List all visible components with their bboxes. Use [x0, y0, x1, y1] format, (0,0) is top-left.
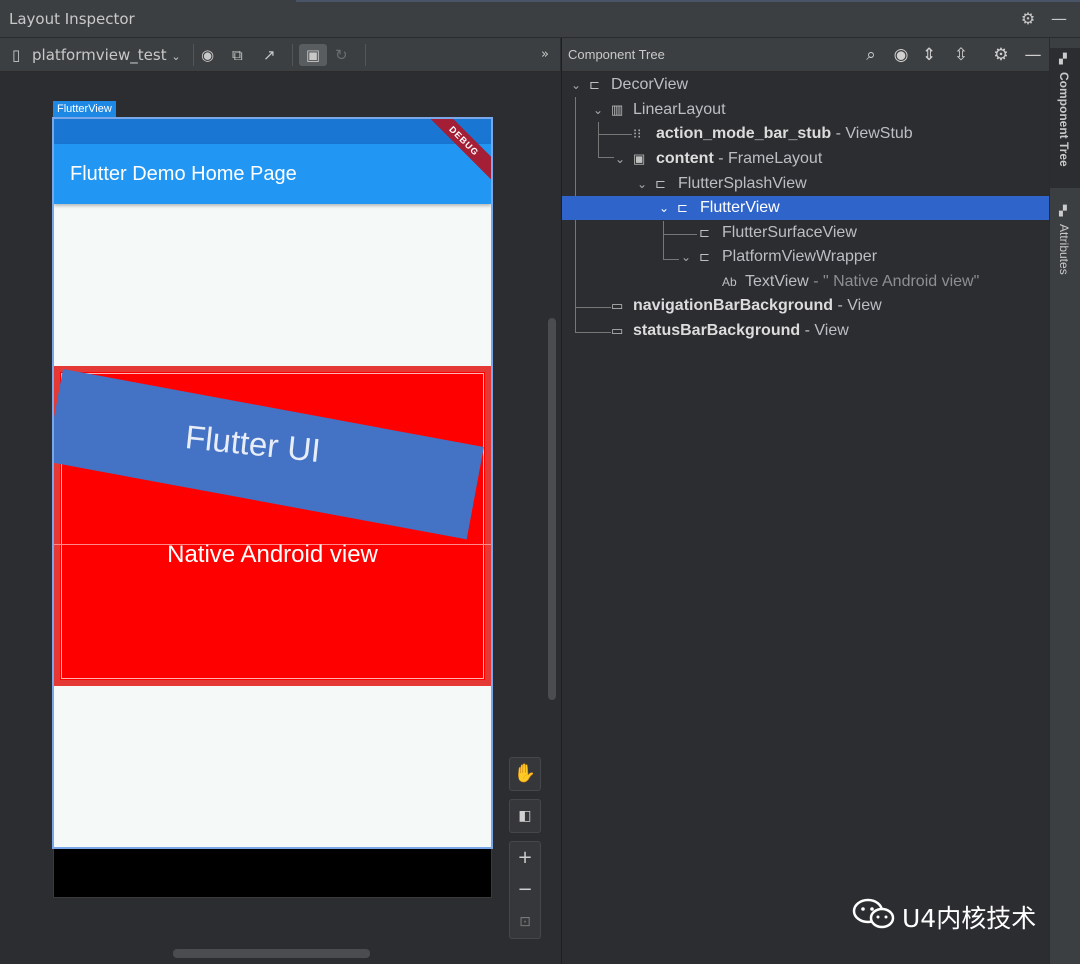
tree-node-platformviewwrapper[interactable]: ⌄ ⊏ PlatformViewWrapper [562, 245, 1050, 269]
tab-attributes[interactable]: ▞ Attributes [1050, 198, 1080, 298]
node-label: FlutterSplashView [678, 175, 807, 192]
node-label: action_mode_bar_stub [656, 125, 832, 142]
device-icon: ▯ [12, 46, 21, 64]
node-type: - View [837, 297, 882, 314]
vertical-scrollbar[interactable] [545, 73, 560, 945]
layer-spacing-icon[interactable]: ⧉ [232, 44, 243, 66]
scroll-thumb[interactable] [548, 318, 556, 700]
native-android-text[interactable]: Native Android view [54, 541, 491, 569]
view-icon: ⊏ [677, 200, 688, 215]
node-type: - FrameLayout [718, 150, 823, 167]
view-icon: ⊏ [589, 77, 600, 92]
device-screen[interactable]: Flutter Demo Home Page DEBUG Flutter UI … [52, 117, 493, 849]
pan-tool[interactable]: ✋ [509, 757, 541, 791]
node-label: LinearLayout [633, 101, 726, 118]
chevron-down-icon[interactable]: ⌄ [636, 172, 648, 196]
chevron-down-icon[interactable]: ⌄ [658, 196, 670, 220]
overflow-icon[interactable]: » [541, 44, 549, 66]
zoom-in-icon[interactable]: + [510, 842, 540, 874]
component-tree-panel: Component Tree ⌕ ◉ ⇕ ⇳ ⚙ — ⌄ ⊏ DecorView… [561, 38, 1050, 964]
node-label: FlutterSurfaceView [722, 224, 857, 241]
tree-node-content[interactable]: ⌄ ▣ content - FrameLayout [562, 147, 1050, 171]
minimize-icon[interactable]: — [1022, 44, 1044, 66]
window-title: Layout Inspector [9, 10, 135, 28]
tree-node-fluttersurfaceview[interactable]: ⊏ FlutterSurfaceView [562, 221, 1050, 245]
chevron-down-icon[interactable]: ⌄ [570, 73, 582, 97]
search-icon[interactable]: ⌕ [860, 44, 882, 66]
node-type: - View [804, 322, 849, 339]
node-label: navigationBarBackground [633, 297, 834, 314]
tab-component-tree[interactable]: ▞ Component Tree [1050, 48, 1080, 188]
view-icon: ⊏ [699, 225, 710, 240]
tab-label: Attributes [1057, 224, 1071, 275]
title-bar: Layout Inspector ⚙ — [0, 0, 1080, 38]
tree-node-linearlayout[interactable]: ⌄ ▥ LinearLayout [562, 98, 1050, 122]
tree-node-fluttersplashview[interactable]: ⌄ ⊏ FlutterSplashView [562, 172, 1050, 196]
horizontal-scrollbar[interactable] [0, 945, 560, 964]
hand-icon[interactable]: ✋ [510, 758, 540, 790]
selected-view-label: FlutterView [53, 101, 116, 118]
view-options-icon[interactable]: ◉ [201, 44, 214, 66]
status-bar[interactable] [54, 119, 491, 144]
toolbar-divider [292, 44, 293, 66]
attributes-icon: ▞ [1059, 206, 1067, 217]
node-label: content [656, 150, 714, 167]
toolbar-divider [193, 44, 194, 66]
node-label: DecorView [611, 76, 689, 93]
node-label: TextView [745, 273, 809, 290]
fit-screen-icon[interactable]: ⊡ [510, 906, 540, 938]
scroll-thumb[interactable] [173, 949, 370, 958]
tree-node-flutterview[interactable]: ⌄ ⊏ FlutterView [562, 196, 1050, 220]
component-tree-header: Component Tree ⌕ ◉ ⇕ ⇳ ⚙ — [562, 38, 1050, 72]
view-stub-icon: ⁝⁝ [633, 126, 642, 141]
chevron-down-icon[interactable]: ⌄ [680, 245, 692, 269]
tree-node-decorview[interactable]: ⌄ ⊏ DecorView [562, 73, 1050, 97]
inspector-toolbar: ▯ platformview_test ⌄ ◉ ⧉ ↗ ▣ ↻ » [0, 38, 560, 72]
process-label: platformview_test [32, 46, 167, 64]
tree-icon: ▞ [1059, 54, 1067, 65]
live-updates-icon[interactable]: ▣ [299, 44, 327, 66]
wechat-logo-icon [852, 898, 895, 929]
refresh-icon[interactable]: ↻ [335, 44, 348, 66]
chevron-down-icon[interactable]: ⌄ [614, 147, 626, 171]
node-label: statusBarBackground [633, 322, 801, 339]
process-selector[interactable]: platformview_test ⌄ [32, 44, 181, 66]
zoom-controls: + − ⊡ [509, 841, 541, 939]
minimize-icon[interactable]: — [1049, 9, 1069, 29]
toolbar-divider [365, 44, 366, 66]
view-icon: ⊏ [699, 249, 710, 264]
view-icon: ⊏ [655, 176, 666, 191]
tree-node-navigationbarbackground[interactable]: ▭ navigationBarBackground - View [562, 294, 1050, 318]
tree-node-statusbarbackground[interactable]: ▭ statusBarBackground - View [562, 319, 1050, 343]
view-options-icon[interactable]: ◉ [890, 44, 912, 66]
node-type: - " Native Android view" [813, 273, 980, 290]
export-icon[interactable]: ↗ [263, 44, 276, 66]
app-title: Flutter Demo Home Page [70, 163, 297, 185]
view-icon: ▭ [611, 298, 624, 313]
component-tree-title: Component Tree [568, 47, 665, 62]
settings-icon[interactable]: ⚙ [990, 44, 1012, 66]
node-type: - ViewStub [835, 125, 913, 142]
node-label: PlatformViewWrapper [722, 248, 878, 265]
settings-icon[interactable]: ⚙ [1018, 9, 1038, 29]
node-label: FlutterView [700, 199, 780, 216]
tab-label: Component Tree [1057, 72, 1071, 167]
tree-node-action-mode-bar-stub[interactable]: ⁝⁝ action_mode_bar_stub - ViewStub [562, 122, 1050, 146]
chevron-down-icon[interactable]: ⌄ [592, 98, 604, 122]
expand-all-icon[interactable]: ⇕ [918, 44, 940, 66]
rotate-tool[interactable]: ◧ [509, 799, 541, 833]
side-tab-strip: ▞ Component Tree ▞ Attributes [1049, 38, 1080, 964]
linear-layout-icon: ▥ [611, 102, 624, 117]
app-bar[interactable]: Flutter Demo Home Page [54, 144, 491, 204]
chevron-down-icon: ⌄ [171, 50, 181, 63]
title-accent [296, 0, 1080, 2]
view-icon: ▭ [611, 323, 624, 338]
tree-node-textview[interactable]: Ab TextView - " Native Android view" [562, 270, 1050, 294]
frame-layout-icon: ▣ [633, 151, 646, 166]
collapse-all-icon[interactable]: ⇳ [950, 44, 972, 66]
text-view-icon: Ab [722, 275, 737, 289]
watermark-text: U4内核技术 [902, 904, 1037, 933]
zoom-out-icon[interactable]: − [510, 874, 540, 906]
3d-mode-icon[interactable]: ◧ [510, 800, 540, 832]
